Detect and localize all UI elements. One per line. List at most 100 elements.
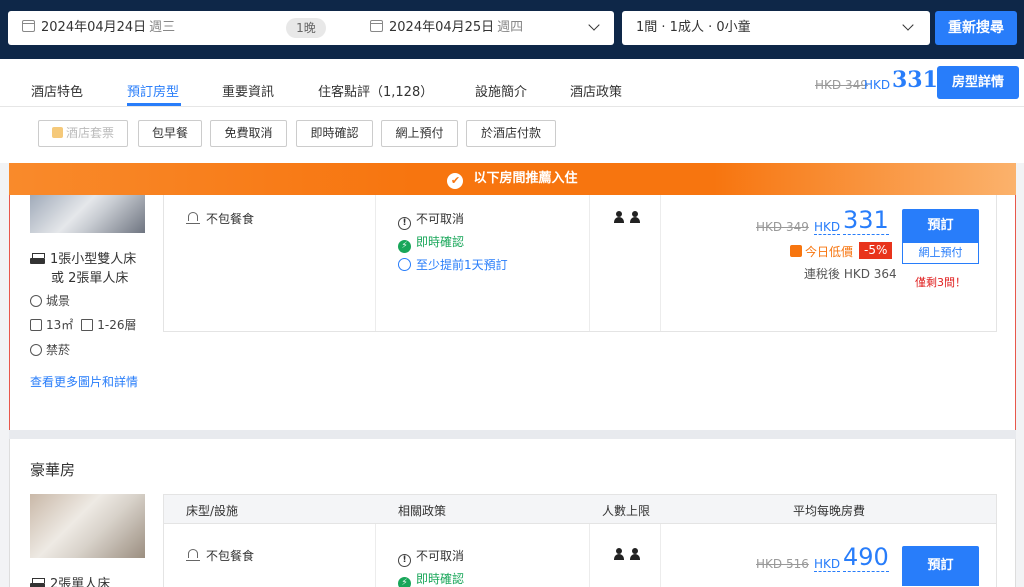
deal-tag: 今日低價 xyxy=(790,243,853,260)
meal-info: 不包餐食 xyxy=(186,210,254,227)
checkin-weekday: 週三 xyxy=(149,20,176,35)
filter-instant-confirm[interactable]: 即時確認 xyxy=(296,120,373,147)
filter-pay-at-hotel[interactable]: 於酒店付款 xyxy=(466,120,556,147)
col-occupancy: 人數上限 xyxy=(602,504,651,518)
occupancy xyxy=(614,548,646,563)
lightning-icon: ⚡ xyxy=(398,240,411,253)
currency: HKD xyxy=(814,220,841,235)
package-icon xyxy=(51,127,63,138)
col-policy: 相關政策 xyxy=(398,504,447,518)
search-again-button[interactable]: 重新搜尋 xyxy=(935,11,1017,45)
meal-label: 不包餐食 xyxy=(206,549,255,563)
filter-breakfast[interactable]: 包早餐 xyxy=(138,120,202,147)
bed-type-label: 2張單人床 xyxy=(50,577,111,587)
search-bar: 2024年04月24日 週三 2024年04月25日 週四 1晚 1間 · 1成人 … xyxy=(0,0,1024,59)
tab-important-info[interactable]: 重要資訊 xyxy=(222,81,274,100)
filter-bar: 酒店套票 包早餐 免費取消 即時確認 網上預付 於酒店付款 xyxy=(0,107,1024,163)
banner-text: 以下房間推薦入住 xyxy=(473,171,578,186)
room-floor: 1-26層 xyxy=(97,318,137,332)
calendar-icon xyxy=(22,20,35,32)
chevron-down-icon xyxy=(588,19,600,31)
checkout-date: 2024年04月25日 xyxy=(389,20,495,35)
header-original-price: HKD 349 xyxy=(815,78,868,92)
col-price: 平均每晚房費 xyxy=(793,504,866,518)
clock-icon xyxy=(398,258,411,271)
tag-icon xyxy=(790,245,802,257)
filter-package[interactable]: 酒店套票 xyxy=(38,120,128,147)
col-bed: 床型/設施 xyxy=(186,504,239,518)
person-icon xyxy=(630,211,640,223)
bed-type: 2張單人床 xyxy=(30,573,110,587)
advance-label: 至少提前1天預訂 xyxy=(416,258,508,272)
meal-info: 不包餐食 xyxy=(186,547,254,564)
price-after-tax: 連稅後 HKD 364 xyxy=(804,267,897,281)
room-name: 豪華房 xyxy=(30,461,76,479)
calendar-icon xyxy=(370,20,383,32)
filter-free-cancel[interactable]: 免費取消 xyxy=(210,120,287,147)
active-tab-indicator xyxy=(127,103,181,106)
building-icon xyxy=(81,319,94,331)
smoking-label: 禁菸 xyxy=(46,343,71,357)
bed-type-line2: 或 2張單人床 xyxy=(51,271,129,286)
info-icon: ! xyxy=(398,554,411,567)
room-view: 城景 xyxy=(30,292,70,309)
rate-table: 床型/設施 相關政策 人數上限 平均每晚房費 不包餐食 ! 不可取消 ⚡ 即時確認 … xyxy=(163,494,997,587)
nights-badge: 1晚 xyxy=(286,18,326,38)
lightning-icon: ⚡ xyxy=(398,577,411,587)
room-card: 1張小型雙人床 或 2張單人床 城景 13㎡ 1-26層 禁菸 查看更多圖片和詳情… xyxy=(9,163,1016,430)
info-icon: ! xyxy=(398,217,411,230)
rate-table: 不包餐食 ! 不可取消 ⚡ 即時確認 至少提前1天預訂 HKD 349 HKD 33… xyxy=(163,187,997,332)
guests-selector[interactable]: 1間 · 1成人 · 0小童 xyxy=(622,11,930,45)
recommend-banner: ✔ 以下房間推薦入住 xyxy=(9,163,1016,195)
meal-label: 不包餐食 xyxy=(206,212,255,226)
rate-table-header: 床型/設施 相關政策 人數上限 平均每晚房費 xyxy=(164,495,996,524)
bed-type-line1: 1張小型雙人床 xyxy=(50,252,137,267)
guests-value: 1間 · 1成人 · 0小童 xyxy=(636,20,751,35)
instant-label: 即時確認 xyxy=(416,235,465,249)
view-icon xyxy=(30,295,42,307)
meal-icon xyxy=(186,212,200,224)
header-price: 331 xyxy=(892,67,938,93)
book-button[interactable]: 預訂 xyxy=(902,209,979,242)
tab-facilities[interactable]: 設施簡介 xyxy=(475,81,527,100)
original-price: HKD 349 xyxy=(756,220,809,234)
room-photo[interactable] xyxy=(30,494,145,558)
room-price: 490 xyxy=(843,543,889,572)
section-tabs: 酒店特色 預訂房型 重要資訊 住客點評（1,128） 設施簡介 酒店政策 HKD… xyxy=(0,59,1024,107)
room-size-floor: 13㎡ 1-26層 xyxy=(30,316,137,333)
instant-confirm: ⚡ 即時確認 xyxy=(398,570,464,587)
room-details-button[interactable]: 房型詳情 xyxy=(937,66,1019,99)
room-photo[interactable] xyxy=(30,189,145,233)
meal-icon xyxy=(186,549,200,561)
tab-hotel-features[interactable]: 酒店特色 xyxy=(31,81,83,100)
bed-icon xyxy=(30,578,45,587)
room-price: 331 xyxy=(843,206,889,235)
tab-hotel-policy[interactable]: 酒店政策 xyxy=(570,81,622,100)
person-icon xyxy=(614,211,624,223)
no-smoking-icon xyxy=(30,344,42,356)
more-photos-link[interactable]: 查看更多圖片和詳情 xyxy=(30,373,138,390)
bed-type: 1張小型雙人床 xyxy=(30,248,136,267)
deal-label: 今日低價 xyxy=(805,245,854,259)
online-prepay-option[interactable]: 網上預付 xyxy=(902,242,979,264)
person-icon xyxy=(614,548,624,560)
check-icon: ✔ xyxy=(447,173,464,189)
area-icon xyxy=(30,319,42,331)
checkout-weekday: 週四 xyxy=(497,20,524,35)
person-icon xyxy=(630,548,640,560)
filter-prepay[interactable]: 網上預付 xyxy=(381,120,458,147)
bed-icon xyxy=(30,253,45,264)
room-size: 13㎡ xyxy=(46,318,74,332)
rooms-left: 僅剩3間！ xyxy=(915,276,966,289)
cancel-policy: ! 不可取消 xyxy=(398,547,464,567)
filter-label: 酒店套票 xyxy=(65,126,114,140)
currency: HKD xyxy=(814,557,841,572)
tab-reviews[interactable]: 住客點評（1,128） xyxy=(318,81,433,100)
tab-book-room[interactable]: 預訂房型 xyxy=(127,81,179,100)
header-currency: HKD xyxy=(864,78,891,92)
chevron-down-icon xyxy=(902,19,914,31)
cancel-label: 不可取消 xyxy=(416,212,465,226)
room-view-label: 城景 xyxy=(46,294,71,308)
room-list: 1張小型雙人床 或 2張單人床 城景 13㎡ 1-26層 禁菸 查看更多圖片和詳情… xyxy=(0,163,1024,587)
book-button[interactable]: 預訂 xyxy=(902,546,979,586)
